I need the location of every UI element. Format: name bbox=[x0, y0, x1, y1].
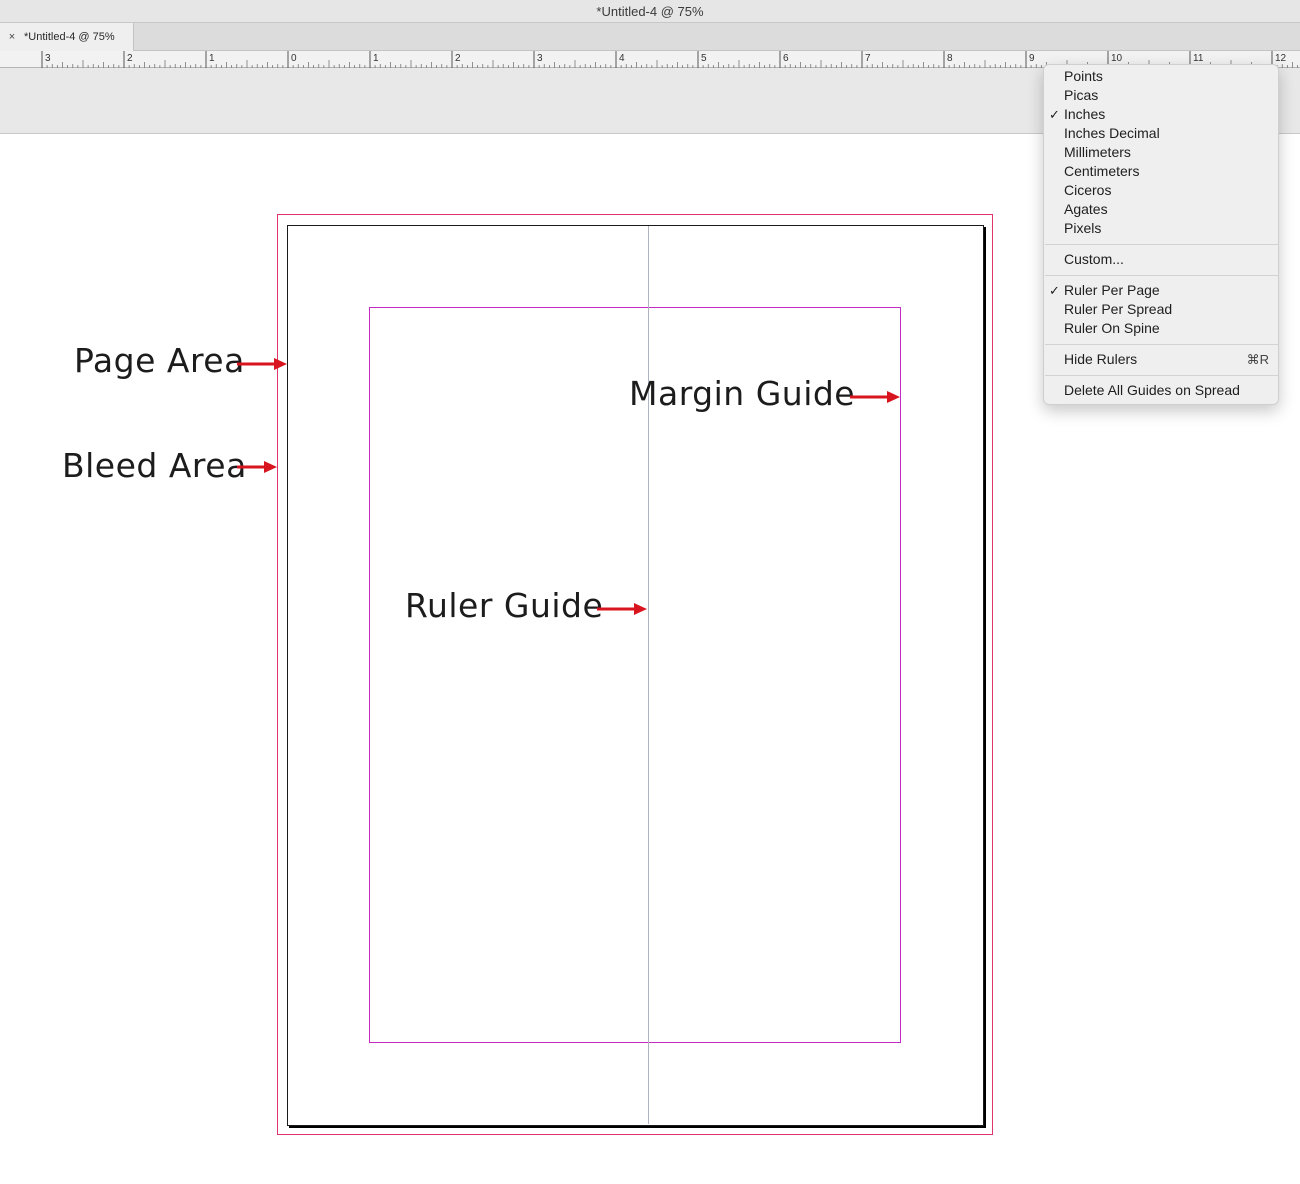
ruler-label: 12 bbox=[1275, 53, 1287, 64]
ruler-label: 8 bbox=[947, 53, 953, 64]
menu-item-label: Pixels bbox=[1064, 220, 1102, 236]
margin-guide-label: Margin Guide bbox=[629, 374, 856, 413]
ruler-label: 11 bbox=[1193, 53, 1204, 64]
menu-item-label: Agates bbox=[1064, 201, 1108, 217]
margin-guide-arrow-icon bbox=[850, 391, 900, 403]
menu-separator bbox=[1045, 375, 1279, 376]
menu-separator bbox=[1045, 344, 1279, 345]
menu-item-label: Points bbox=[1064, 68, 1103, 84]
menu-item-label: Delete All Guides on Spread bbox=[1064, 382, 1240, 398]
ruler-label: 2 bbox=[455, 53, 461, 64]
menu-item-label: Millimeters bbox=[1064, 144, 1131, 160]
ruler-label: 9 bbox=[1029, 53, 1035, 64]
ruler-label: 6 bbox=[783, 53, 789, 64]
menu-item-inches-decimal[interactable]: Inches Decimal bbox=[1044, 124, 1278, 143]
menu-item-agates[interactable]: Agates bbox=[1044, 200, 1278, 219]
menu-item-centimeters[interactable]: Centimeters bbox=[1044, 162, 1278, 181]
menu-item-picas[interactable]: Picas bbox=[1044, 86, 1278, 105]
menu-item-label: Ruler Per Spread bbox=[1064, 301, 1173, 317]
page-area-arrow-icon bbox=[237, 358, 287, 370]
ruler-guide-line[interactable] bbox=[648, 226, 649, 1124]
menu-separator bbox=[1045, 275, 1279, 276]
menu-item-millimeters[interactable]: Millimeters bbox=[1044, 143, 1278, 162]
window-titlebar: *Untitled-4 @ 75% bbox=[0, 0, 1300, 23]
menu-item-label: Custom... bbox=[1064, 251, 1124, 267]
menu-item-label: Ciceros bbox=[1064, 182, 1112, 198]
ruler-label: 7 bbox=[865, 53, 871, 64]
menu-item-custom[interactable]: Custom... bbox=[1044, 250, 1278, 269]
document-tab-label: *Untitled-4 @ 75% bbox=[24, 31, 115, 43]
ruler-label: 1 bbox=[209, 53, 215, 64]
margin-guide-box bbox=[369, 307, 901, 1043]
menu-separator bbox=[1045, 244, 1279, 245]
check-icon: ✓ bbox=[1049, 107, 1060, 122]
menu-item-ruler-per-spread[interactable]: Ruler Per Spread bbox=[1044, 300, 1278, 319]
ruler-guide-label: Ruler Guide bbox=[405, 586, 604, 625]
menu-item-pixels[interactable]: Pixels bbox=[1044, 219, 1278, 238]
ruler-label: 5 bbox=[701, 53, 707, 64]
document-tab[interactable]: × *Untitled-4 @ 75% bbox=[0, 23, 134, 51]
bleed-area-label: Bleed Area bbox=[62, 446, 247, 485]
ruler-guide-arrow-icon bbox=[597, 603, 647, 615]
menu-item-ciceros[interactable]: Ciceros bbox=[1044, 181, 1278, 200]
close-icon[interactable]: × bbox=[0, 31, 24, 43]
ruler-units-context-menu: Points Picas ✓ Inches Inches Decimal Mil… bbox=[1043, 64, 1279, 405]
ruler-label: 0 bbox=[291, 53, 297, 64]
menu-item-hide-rulers[interactable]: Hide Rulers ⌘R bbox=[1044, 350, 1278, 369]
menu-item-label: Ruler Per Page bbox=[1064, 282, 1160, 298]
ruler-label: 10 bbox=[1111, 53, 1123, 64]
page-area-label: Page Area bbox=[74, 341, 245, 380]
menu-item-ruler-on-spine[interactable]: Ruler On Spine bbox=[1044, 319, 1278, 338]
document-tab-bar: × *Untitled-4 @ 75% bbox=[0, 23, 1300, 51]
bleed-area-arrow-icon bbox=[237, 461, 277, 473]
window-title: *Untitled-4 @ 75% bbox=[596, 3, 704, 19]
menu-item-label: Inches bbox=[1064, 106, 1106, 122]
menu-item-label: Ruler On Spine bbox=[1064, 320, 1160, 336]
menu-item-label: Picas bbox=[1064, 87, 1099, 103]
keyboard-shortcut: ⌘R bbox=[1246, 352, 1269, 367]
ruler-label: 3 bbox=[45, 53, 51, 64]
menu-item-label: Hide Rulers bbox=[1064, 351, 1138, 367]
ruler-label: 1 bbox=[373, 53, 379, 64]
menu-item-inches[interactable]: ✓ Inches bbox=[1044, 105, 1278, 124]
check-icon: ✓ bbox=[1049, 283, 1060, 298]
ruler-label: 2 bbox=[127, 53, 133, 64]
menu-item-ruler-per-page[interactable]: ✓ Ruler Per Page bbox=[1044, 281, 1278, 300]
menu-item-points[interactable]: Points bbox=[1044, 67, 1278, 86]
menu-item-label: Centimeters bbox=[1064, 163, 1140, 179]
menu-item-delete-all-guides[interactable]: Delete All Guides on Spread bbox=[1044, 381, 1278, 400]
menu-item-label: Inches Decimal bbox=[1064, 125, 1160, 141]
ruler-label: 3 bbox=[537, 53, 543, 64]
ruler-label: 4 bbox=[619, 53, 625, 64]
